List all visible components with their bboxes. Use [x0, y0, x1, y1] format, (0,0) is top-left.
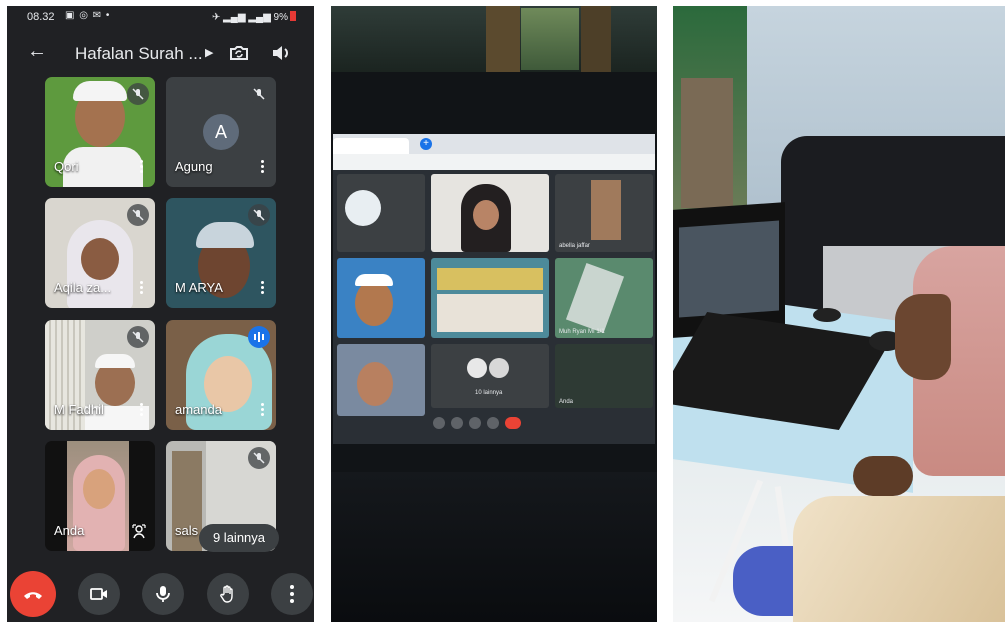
- participant-tile[interactable]: Anda: [45, 441, 155, 551]
- laptop-meet-controls: [433, 416, 553, 430]
- mic-toggle-button[interactable]: [142, 573, 184, 615]
- status-bar: 08.32 ▣ ◎ ✉ • ✈ ▂▄▆ ▂▄▆ 9%: [7, 6, 314, 28]
- meet-tile: Muh Ryan MI 1/1: [555, 258, 653, 338]
- new-tab-icon: +: [420, 138, 432, 150]
- speaking-indicator-icon: [248, 326, 270, 348]
- laptop-screen: + abella jaffar Muh Ryan MI 1/1 10 lainn…: [333, 134, 655, 444]
- participant-name: Aqila za...: [54, 280, 112, 295]
- mic-off-icon: [127, 204, 149, 226]
- participant-tile[interactable]: Aqila za...: [45, 198, 155, 308]
- more-vert-icon[interactable]: [260, 402, 264, 418]
- meet-tile-label: Anda: [559, 399, 574, 405]
- switch-camera-icon[interactable]: [227, 41, 251, 65]
- participant-tile[interactable]: M Fadhil: [45, 320, 155, 430]
- signal-battery: ✈ ▂▄▆ ▂▄▆ 9%: [212, 11, 296, 23]
- participant-tile[interactable]: A Agung: [166, 77, 276, 187]
- avatar: A: [203, 114, 239, 150]
- more-vert-icon[interactable]: [260, 280, 264, 296]
- mic-off-icon: [127, 83, 149, 105]
- back-arrow-icon[interactable]: ←: [27, 40, 47, 63]
- meet-tile: abella jaffar: [555, 174, 653, 252]
- meeting-header: ← Hafalan Surah ... ▶: [7, 32, 314, 74]
- participant-name: M ARYA: [175, 280, 223, 295]
- meet-tile: [431, 258, 549, 338]
- shelf: [681, 78, 733, 208]
- mic-off-icon: [127, 326, 149, 348]
- raise-hand-button[interactable]: [207, 573, 249, 615]
- meet-tile: [337, 344, 425, 416]
- video-camera-icon: [90, 588, 107, 600]
- meet-tile-label: Muh Ryan MI 1/1: [559, 329, 605, 335]
- more-options-button[interactable]: [271, 573, 313, 615]
- participant-name: M Fadhil: [54, 402, 104, 417]
- more-participants-button[interactable]: 9 lainnya: [199, 524, 279, 552]
- laptop-meet-photo: + abella jaffar Muh Ryan MI 1/1 10 lainn…: [331, 6, 657, 622]
- participant-tile[interactable]: Qori: [45, 77, 155, 187]
- student: [733, 246, 1005, 622]
- meet-tile: [337, 174, 425, 252]
- notification-icons: ▣ ◎ ✉ •: [65, 10, 111, 21]
- mic-off-icon: [248, 83, 270, 105]
- microphone-icon: [156, 586, 170, 602]
- participant-name: Qori: [54, 159, 79, 174]
- laptop-keyboard: [331, 472, 657, 622]
- camera-toggle-button[interactable]: [78, 573, 120, 615]
- end-call-button[interactable]: [10, 571, 56, 617]
- caret-right-icon[interactable]: ▶: [205, 46, 213, 59]
- window-background: [331, 6, 657, 72]
- more-vert-icon: [290, 585, 294, 603]
- participant-tile[interactable]: amanda: [166, 320, 276, 430]
- participant-name: amanda: [175, 402, 222, 417]
- speaker-icon[interactable]: [269, 41, 293, 65]
- end-call-icon: [24, 592, 42, 599]
- meeting-title[interactable]: Hafalan Surah ...: [75, 44, 203, 64]
- student-room-photo: [673, 6, 1005, 622]
- status-time: 08.32: [27, 11, 55, 23]
- meet-tile: [337, 258, 425, 338]
- more-vert-icon[interactable]: [139, 402, 143, 418]
- meet-tile-label: abella jaffar: [559, 243, 590, 249]
- participant-name: Anda: [54, 523, 85, 538]
- mouse: [813, 308, 841, 322]
- more-vert-icon[interactable]: [139, 280, 143, 296]
- end-call-icon: [505, 417, 521, 429]
- participant-video: [81, 238, 119, 280]
- browser-tab: [333, 138, 409, 154]
- battery-icon: [290, 11, 296, 21]
- mic-off-icon: [248, 204, 270, 226]
- meet-tile: [431, 174, 549, 252]
- more-vert-icon[interactable]: [139, 159, 143, 175]
- browser-tab-bar: +: [333, 134, 655, 154]
- background-effects-icon[interactable]: [131, 523, 147, 539]
- battery-level: 9%: [273, 12, 288, 23]
- raise-hand-icon: [220, 585, 233, 603]
- phone-meet-screenshot: 08.32 ▣ ◎ ✉ • ✈ ▂▄▆ ▂▄▆ 9% ← Hafalan Sur…: [7, 6, 314, 622]
- meet-tile: 10 lainnya: [431, 344, 549, 408]
- signal-icon: ✈ ▂▄▆ ▂▄▆: [211, 12, 271, 23]
- address-bar: [333, 154, 655, 170]
- participant-tile[interactable]: M ARYA: [166, 198, 276, 308]
- participant-name: sals: [175, 523, 199, 538]
- meet-tile: Anda: [555, 344, 653, 408]
- participant-name: Agung: [175, 159, 213, 174]
- meet-tile-label: 10 lainnya: [475, 390, 503, 396]
- more-vert-icon[interactable]: [260, 159, 264, 175]
- mic-off-icon: [248, 447, 270, 469]
- laptop-screen: [679, 220, 779, 318]
- avatar: [345, 190, 381, 226]
